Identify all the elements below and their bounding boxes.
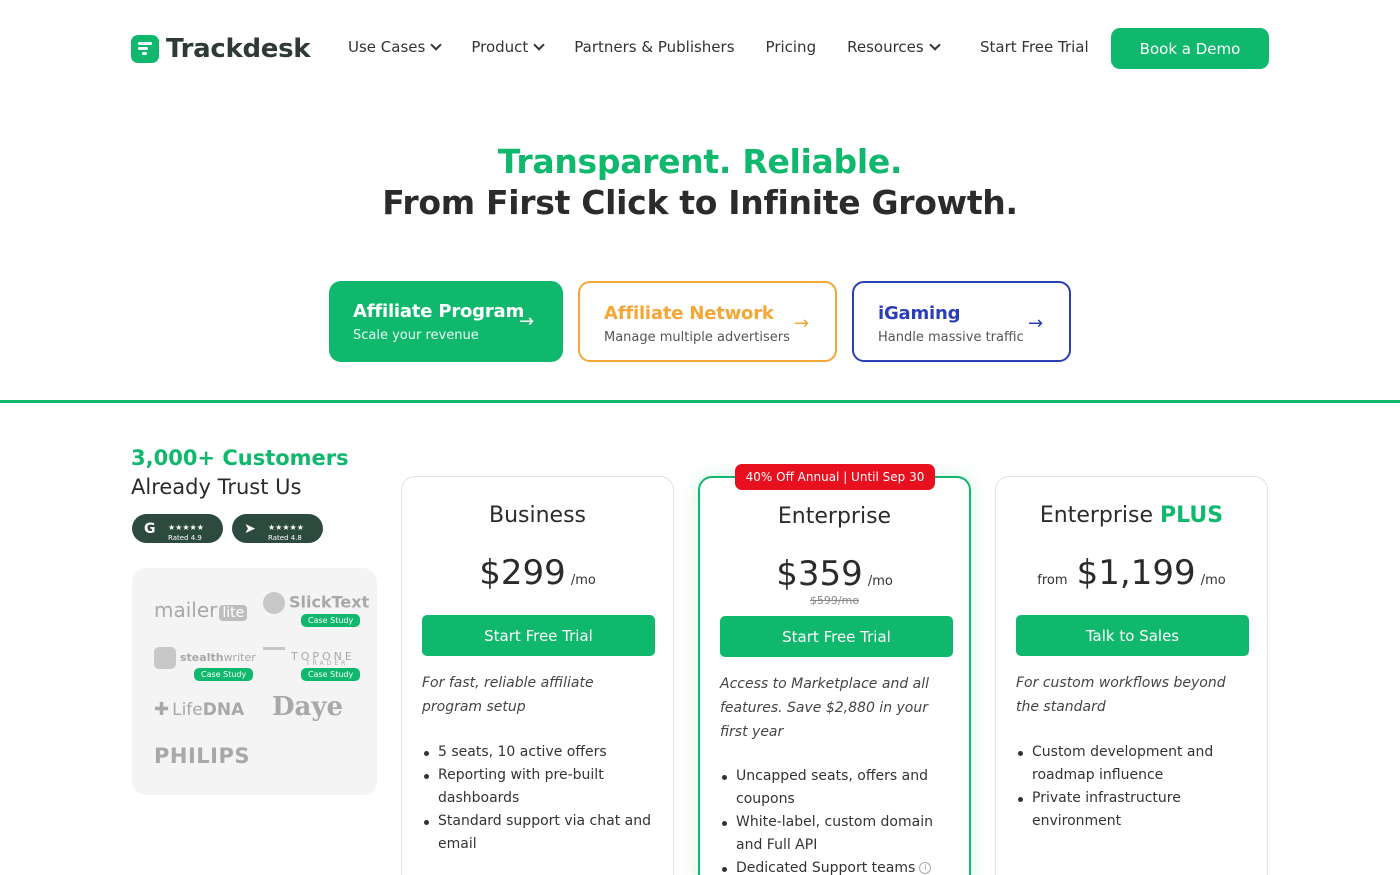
nav-item-product[interactable]: Product: [471, 38, 545, 56]
plan-features: 5 seats, 10 active offers Reporting with…: [422, 741, 662, 856]
list-item: Dedicated Support teams i: [720, 857, 960, 875]
customers-count: 3,000+ Customers: [131, 446, 349, 470]
plan-card-enterprise: Enterprise $359 /mo $599/mo Start Free T…: [698, 476, 971, 875]
brand-name: Trackdesk: [166, 34, 311, 64]
slicktext-icon: [263, 592, 285, 614]
customer-logos: mailer lite SlickText Case Study stealthw…: [132, 568, 377, 795]
lifedna-icon: ✚: [154, 699, 170, 720]
stealthwriter-logo: stealthwriter: [154, 647, 256, 669]
chevron-down-icon: [430, 39, 442, 51]
trackdesk-logo-icon: [131, 35, 159, 63]
hero-headline: From First Click to Infinite Growth.: [382, 183, 1018, 222]
top-nav: Trackdesk Use Cases Product Partners & P…: [0, 0, 1400, 98]
plan-card-enterprise-plus: Enterprise PLUS from $1,199 /mo Talk to …: [995, 476, 1268, 875]
nav-item-pricing[interactable]: Pricing: [766, 38, 817, 56]
start-free-trial-button[interactable]: Start Free Trial: [422, 615, 655, 656]
mailerlite-logo: mailer lite: [154, 598, 248, 622]
plan-features: Uncapped seats, offers and coupons White…: [720, 765, 960, 875]
g2-rating-badge[interactable]: G ★★★★★ Rated 4.9: [132, 514, 223, 543]
plan-name: Enterprise PLUS: [1039, 503, 1224, 528]
promo-badge: 40% Off Annual | Until Sep 30: [735, 464, 935, 490]
list-item: White-label, custom domain and Full API: [720, 811, 960, 857]
list-item: Uncapped seats, offers and coupons: [720, 765, 960, 811]
plan-name: Business: [488, 503, 586, 528]
list-item: Custom development and roadmap influence: [1016, 741, 1256, 787]
hero-headline-accent: Transparent. Reliable.: [497, 142, 903, 181]
plan-card-business: Business $299 /mo Start Free Trial For f…: [401, 476, 674, 875]
capterra-rating-badge[interactable]: ➤ ★★★★★ Rated 4.8: [232, 514, 323, 543]
g2-icon: G: [144, 520, 156, 537]
arrow-right-icon: →: [794, 313, 810, 334]
nav-start-trial-link[interactable]: Start Free Trial: [980, 38, 1089, 56]
segment-igaming[interactable]: iGaming Handle massive traffic →: [852, 281, 1071, 362]
topone-icon: [263, 647, 285, 667]
rating-stars: ★★★★★: [268, 523, 304, 532]
customers-trust: Already Trust Us: [131, 475, 302, 499]
topone-logo: TOPONE TRADER: [263, 647, 355, 667]
lifedna-logo: ✚ LifeDNA: [154, 699, 245, 720]
talk-to-sales-button[interactable]: Talk to Sales: [1016, 615, 1249, 656]
philips-logo: PHILIPS: [154, 744, 250, 768]
capterra-icon: ➤: [244, 520, 256, 537]
case-study-badge[interactable]: Case Study: [301, 614, 361, 627]
book-demo-button[interactable]: Book a Demo: [1111, 28, 1269, 69]
arrow-right-icon: →: [1028, 313, 1044, 334]
plan-price: from $1,199 /mo: [1037, 553, 1226, 593]
stealthwriter-icon: [154, 647, 176, 669]
nav-item-resources[interactable]: Resources: [847, 38, 941, 56]
nav-item-partners[interactable]: Partners & Publishers: [574, 38, 734, 56]
start-free-trial-button[interactable]: Start Free Trial: [720, 616, 953, 657]
rating-stars: ★★★★★: [168, 523, 204, 532]
info-icon[interactable]: i: [919, 862, 932, 874]
plan-description: Access to Marketplace and all features. …: [720, 676, 930, 740]
segment-affiliate-network[interactable]: Affiliate Network Manage multiple advert…: [578, 281, 837, 362]
daye-logo: Daye: [272, 692, 344, 722]
list-item: Reporting with pre-built dashboards: [422, 764, 662, 810]
segment-affiliate-program[interactable]: Affiliate Program Scale your revenue →: [329, 281, 563, 362]
list-item: Standard support via chat and email: [422, 810, 662, 856]
case-study-badge[interactable]: Case Study: [301, 668, 361, 681]
rating-text: Rated 4.9: [168, 534, 202, 542]
old-price: $599/mo: [809, 594, 860, 607]
plan-name: Enterprise: [777, 504, 892, 529]
plan-description: For fast, reliable affiliate program set…: [422, 675, 594, 715]
list-item: Private infrastructure environment: [1016, 787, 1256, 833]
brand-logo[interactable]: Trackdesk: [131, 34, 311, 64]
plan-features: Custom development and roadmap influence…: [1016, 741, 1256, 833]
list-item: 5 seats, 10 active offers: [422, 741, 662, 764]
nav-item-use-cases[interactable]: Use Cases: [348, 38, 442, 56]
plan-price: $299 /mo: [479, 553, 596, 593]
slicktext-logo: SlickText: [263, 592, 369, 614]
main-menu: Use Cases Product Partners & Publishers …: [348, 38, 970, 56]
chevron-down-icon: [929, 39, 941, 51]
rating-text: Rated 4.8: [268, 534, 302, 542]
plan-description: For custom workflows beyond the standard: [1016, 675, 1226, 715]
plan-price: $359 /mo: [776, 554, 893, 594]
chevron-down-icon: [533, 39, 545, 51]
case-study-badge[interactable]: Case Study: [194, 668, 254, 681]
section-divider: [0, 400, 1400, 403]
arrow-right-icon: →: [519, 311, 535, 332]
